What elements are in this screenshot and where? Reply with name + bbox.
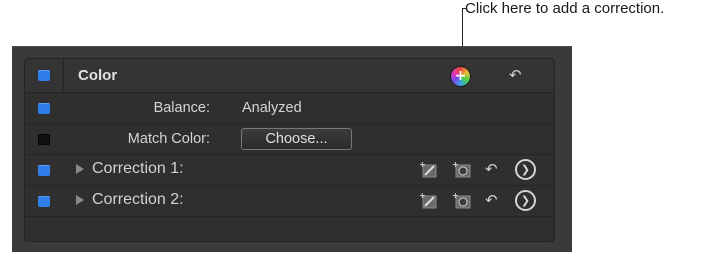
match-color-label: Match Color: xyxy=(127,131,210,147)
svg-text:+: + xyxy=(419,161,426,169)
color-header-row: Color + ↶ xyxy=(25,59,554,92)
color-panel: Color + ↶ Balance: Analyzed Match Color:… xyxy=(24,58,555,242)
add-correction-icon: + xyxy=(454,68,467,84)
correction-1-label: Correction 1: xyxy=(92,160,184,177)
balance-value: Analyzed xyxy=(242,100,302,116)
svg-text:+: + xyxy=(452,192,459,200)
chevron-right-icon[interactable]: ❯ xyxy=(515,159,536,180)
balance-label: Balance: xyxy=(153,100,210,116)
match-color-enable-checkbox[interactable] xyxy=(38,134,50,145)
svg-text:+: + xyxy=(419,192,426,200)
correction-row: Correction 1: + + ↶ ❯ xyxy=(25,154,554,185)
balance-row: Balance: Analyzed xyxy=(25,92,554,123)
reset-icon[interactable]: ↶ xyxy=(485,160,498,178)
choose-button[interactable]: Choose... xyxy=(241,128,352,150)
shape-mask-icon[interactable]: + xyxy=(452,161,472,178)
header-divider xyxy=(63,59,64,92)
magic-wand-icon[interactable]: + xyxy=(419,161,439,178)
reset-icon[interactable]: ↶ xyxy=(485,191,498,209)
panel-footer xyxy=(25,216,554,241)
match-color-row: Match Color: Choose... xyxy=(25,123,554,154)
correction-2-label: Correction 2: xyxy=(92,191,184,208)
callout-text: Click here to add a correction. xyxy=(465,0,665,17)
correction-2-enable-checkbox[interactable] xyxy=(38,196,50,207)
magic-wand-icon[interactable]: + xyxy=(419,192,439,209)
shape-mask-icon[interactable]: + xyxy=(452,192,472,209)
add-correction-button[interactable]: + xyxy=(451,67,470,86)
panel-title: Color xyxy=(78,67,118,84)
chevron-right-icon[interactable]: ❯ xyxy=(515,190,536,211)
svg-text:+: + xyxy=(452,161,459,169)
balance-enable-checkbox[interactable] xyxy=(38,103,50,114)
reset-icon[interactable]: ↶ xyxy=(509,66,522,84)
correction-1-enable-checkbox[interactable] xyxy=(38,165,50,176)
disclosure-triangle-icon[interactable] xyxy=(76,164,84,174)
color-enable-checkbox[interactable] xyxy=(38,70,50,81)
correction-row: Correction 2: + + ↶ ❯ xyxy=(25,185,554,216)
callout-tick xyxy=(462,8,466,9)
disclosure-triangle-icon[interactable] xyxy=(76,195,84,205)
